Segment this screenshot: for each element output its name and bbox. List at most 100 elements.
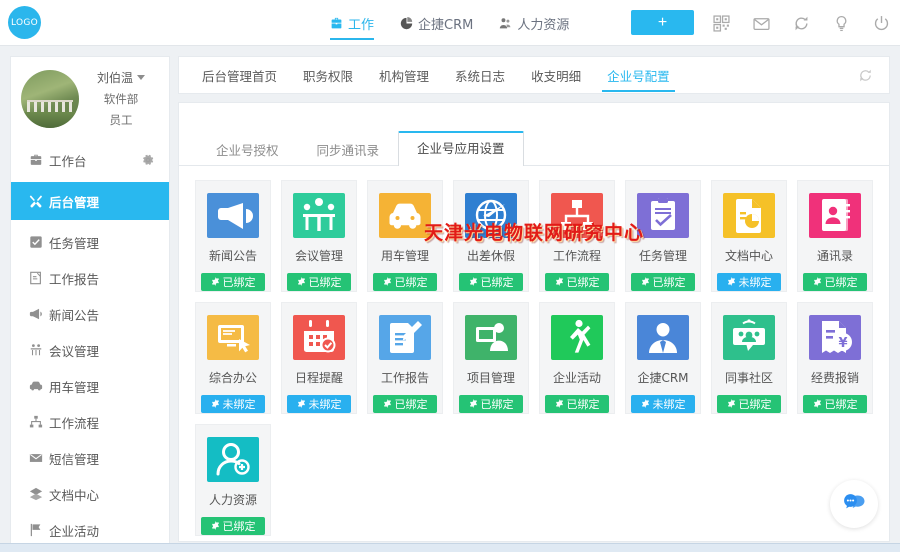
tab-org-management[interactable]: 机构管理 xyxy=(370,56,438,94)
tab-enterprise-config[interactable]: 企业号配置 xyxy=(598,56,679,94)
app-bind-status-button[interactable]: 已绑定 xyxy=(287,272,351,291)
gear-icon[interactable] xyxy=(141,153,155,167)
subtab-enterprise-auth[interactable]: 企业号授权 xyxy=(197,133,298,166)
app-bind-status-button[interactable]: 已绑定 xyxy=(373,394,437,413)
address-book-icon xyxy=(809,193,861,238)
app-card[interactable]: 企捷CRM 未绑定 xyxy=(625,302,701,414)
bulb-icon[interactable] xyxy=(833,15,850,32)
app-bind-status-button[interactable]: 未绑定 xyxy=(287,394,351,413)
tab-admin-home[interactable]: 后台管理首页 xyxy=(193,56,286,94)
gear-icon xyxy=(727,277,736,287)
qrcode-icon[interactable] xyxy=(713,14,730,32)
app-bind-status-button[interactable]: 已绑定 xyxy=(373,272,437,291)
tab-role-permission[interactable]: 职务权限 xyxy=(294,56,362,94)
add-button[interactable]: + xyxy=(631,10,694,35)
app-card[interactable]: 企业活动 已绑定 xyxy=(539,302,615,414)
app-card-label: 项目管理 xyxy=(466,370,515,385)
workbench-icon xyxy=(29,153,43,167)
app-bind-status-button[interactable]: 已绑定 xyxy=(201,272,265,291)
app-card[interactable]: 人力资源 已绑定 xyxy=(195,424,271,536)
app-bind-status-label: 已绑定 xyxy=(308,275,342,289)
check-square-icon xyxy=(29,235,43,249)
sidebar-item-sms[interactable]: 短信管理 xyxy=(11,440,169,476)
app-bind-status-button[interactable]: 已绑定 xyxy=(717,394,781,413)
sidebar-item-admin[interactable]: 后台管理 xyxy=(10,182,170,220)
sidebar-item-news[interactable]: 新闻公告 xyxy=(11,296,169,332)
app-bind-status-button[interactable]: 已绑定 xyxy=(803,272,867,291)
pie-chart-icon xyxy=(400,16,413,30)
app-bind-status-button[interactable]: 未绑定 xyxy=(201,394,265,413)
sidebar-item-car[interactable]: 用车管理 xyxy=(11,368,169,404)
sidebar-item-task[interactable]: 任务管理 xyxy=(11,224,169,260)
chat-fab-button[interactable] xyxy=(830,480,878,528)
app-bind-status-button[interactable]: 已绑定 xyxy=(201,516,265,535)
app-card[interactable]: 项目管理 已绑定 xyxy=(453,302,529,414)
app-bind-status-button[interactable]: 已绑定 xyxy=(459,394,523,413)
app-bind-status-label: 已绑定 xyxy=(566,275,600,289)
sitemap-icon xyxy=(551,193,603,238)
app-bind-status-label: 已绑定 xyxy=(652,275,686,289)
people-icon xyxy=(499,17,512,30)
user-tie-icon xyxy=(637,315,689,360)
sidebar-item-meeting-label: 会议管理 xyxy=(49,343,100,359)
app-root: LOGO 工作 企捷CRM 人力资源 + 刘伯温 软件部 员工 工作台 后台管理… xyxy=(0,0,900,552)
app-bind-status-button[interactable]: 未绑定 xyxy=(717,272,781,291)
megaphone-icon xyxy=(207,193,259,238)
app-bind-status-button[interactable]: 已绑定 xyxy=(545,394,609,413)
user-name-row[interactable]: 刘伯温 xyxy=(83,69,159,86)
globe-plane-icon xyxy=(465,193,517,238)
app-card[interactable]: 综合办公 未绑定 xyxy=(195,302,271,414)
app-card-label: 用车管理 xyxy=(380,248,429,263)
app-card[interactable]: ¥ 经费报销 已绑定 xyxy=(797,302,873,414)
app-bind-status-button[interactable]: 已绑定 xyxy=(459,272,523,291)
chat-bubble-icon xyxy=(841,489,867,519)
app-bind-status-label: 已绑定 xyxy=(222,275,256,289)
app-card[interactable]: 工作报告 已绑定 xyxy=(367,302,443,414)
sidebar-item-report[interactable]: 工作报告 xyxy=(11,260,169,296)
nav-item-crm[interactable]: 企捷CRM xyxy=(400,0,473,46)
mail-icon[interactable] xyxy=(753,15,770,32)
gear-icon xyxy=(641,399,650,409)
app-bind-status-label: 已绑定 xyxy=(394,397,428,411)
app-card[interactable]: 文档中心 未绑定 xyxy=(711,180,787,292)
tab-system-log[interactable]: 系统日志 xyxy=(446,56,514,94)
sidebar-item-workbench[interactable]: 工作台 xyxy=(11,142,169,178)
app-card[interactable]: 同事社区 已绑定 xyxy=(711,302,787,414)
refresh-icon[interactable] xyxy=(793,15,810,32)
app-card[interactable]: 出差休假 已绑定 xyxy=(453,180,529,292)
app-card[interactable]: 用车管理 已绑定 xyxy=(367,180,443,292)
sidebar-item-activity[interactable]: 企业活动 xyxy=(11,512,169,543)
app-bind-status-button[interactable]: 已绑定 xyxy=(803,394,867,413)
app-bind-status-button[interactable]: 已绑定 xyxy=(545,272,609,291)
app-card[interactable]: 日程提醒 未绑定 xyxy=(281,302,357,414)
sidebar-item-doc[interactable]: 文档中心 xyxy=(11,476,169,512)
avatar[interactable] xyxy=(21,69,79,128)
app-bind-status-label: 已绑定 xyxy=(222,519,256,533)
logo[interactable]: LOGO xyxy=(8,6,41,39)
app-card[interactable]: 新闻公告 已绑定 xyxy=(195,180,271,292)
app-bind-status-button[interactable]: 已绑定 xyxy=(631,272,695,291)
subtab-sync-contacts[interactable]: 同步通讯录 xyxy=(298,133,399,166)
nav-item-work[interactable]: 工作 xyxy=(330,0,375,46)
sidebar-item-workflow[interactable]: 工作流程 xyxy=(11,404,169,440)
power-icon[interactable] xyxy=(873,15,890,32)
calendar-check-icon xyxy=(293,315,345,360)
sidebar-item-car-label: 用车管理 xyxy=(49,379,100,395)
app-card[interactable]: 任务管理 已绑定 xyxy=(625,180,701,292)
app-card[interactable]: 工作流程 已绑定 xyxy=(539,180,615,292)
app-card-label: 通讯录 xyxy=(816,248,853,263)
refresh-icon[interactable] xyxy=(858,68,873,83)
subtab-app-settings[interactable]: 企业号应用设置 xyxy=(398,131,524,166)
app-card[interactable]: 通讯录 已绑定 xyxy=(797,180,873,292)
nav-item-crm-label: 企捷CRM xyxy=(418,17,474,33)
sitemap-icon xyxy=(29,415,43,429)
nav-item-hr[interactable]: 人力资源 xyxy=(499,0,569,46)
sidebar-item-workflow-label: 工作流程 xyxy=(49,415,100,431)
briefcase-icon xyxy=(330,17,343,30)
report-icon xyxy=(29,271,43,285)
sidebar-item-meeting[interactable]: 会议管理 xyxy=(11,332,169,368)
app-card-label: 同事社区 xyxy=(724,370,773,385)
app-bind-status-button[interactable]: 未绑定 xyxy=(631,394,695,413)
app-card[interactable]: 会议管理 已绑定 xyxy=(281,180,357,292)
tab-income-expense[interactable]: 收支明细 xyxy=(522,56,590,94)
